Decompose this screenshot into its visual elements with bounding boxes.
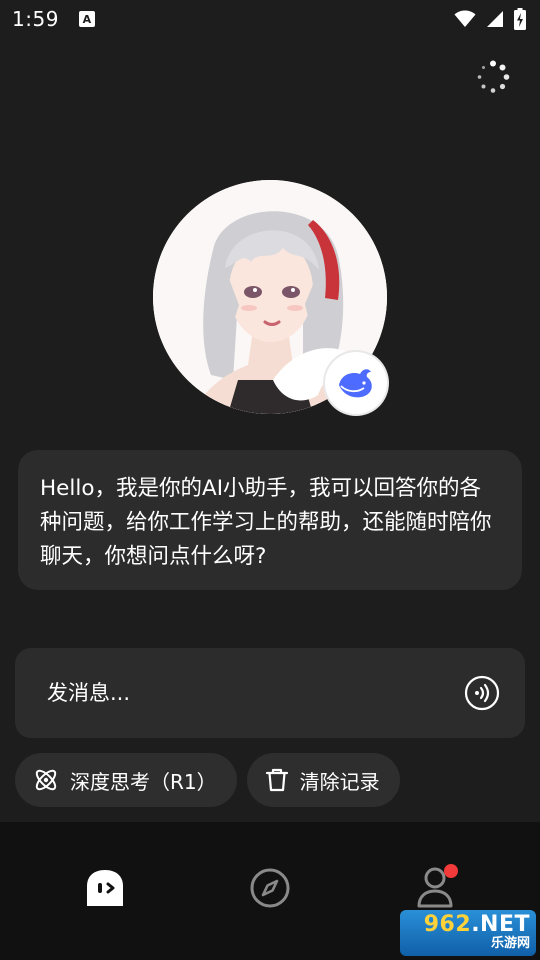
message-input[interactable] xyxy=(47,681,463,705)
nav-item-discover[interactable] xyxy=(248,866,292,910)
profile-notification-badge xyxy=(444,864,458,878)
greeting-text: Hello，我是你的AI小助手，我可以回答你的各种问题，给你工作学习上的帮助，还… xyxy=(40,476,492,569)
site-watermark-logo: 962.NET 乐游网 xyxy=(400,910,536,956)
compass-icon xyxy=(250,868,290,908)
loading-spinner-icon[interactable] xyxy=(476,60,510,94)
watermark-number: 962 xyxy=(423,912,472,937)
whale-logo-icon xyxy=(325,352,387,414)
voice-wave-icon[interactable] xyxy=(463,674,501,712)
chat-face-icon xyxy=(87,870,123,906)
deep-think-button[interactable]: 深度思考（R1） xyxy=(15,753,237,807)
nav-item-chat[interactable] xyxy=(83,866,127,910)
action-chips: 深度思考（R1） 清除记录 xyxy=(15,753,400,807)
assistant-avatar-container xyxy=(153,180,389,416)
clear-history-button[interactable]: 清除记录 xyxy=(246,753,400,807)
status-icons xyxy=(454,8,526,30)
clear-history-label: 清除记录 xyxy=(299,769,380,794)
battery-charging-icon xyxy=(514,8,526,30)
wifi-icon xyxy=(454,10,476,27)
deep-think-label: 深度思考（R1） xyxy=(70,769,217,794)
watermark-suffix: .NET xyxy=(471,912,530,937)
assistant-greeting-bubble: Hello，我是你的AI小助手，我可以回答你的各种问题，给你工作学习上的帮助，还… xyxy=(18,450,522,590)
a-letter-icon: A xyxy=(78,11,95,27)
message-composer xyxy=(15,648,525,738)
atom-icon xyxy=(35,769,57,791)
watermark-subtitle: 乐游网 xyxy=(490,936,530,951)
status-bar: 1:59 A xyxy=(0,0,540,38)
cell-signal-icon xyxy=(487,11,503,27)
trash-icon xyxy=(265,768,288,792)
status-time: 1:59 xyxy=(12,7,59,31)
